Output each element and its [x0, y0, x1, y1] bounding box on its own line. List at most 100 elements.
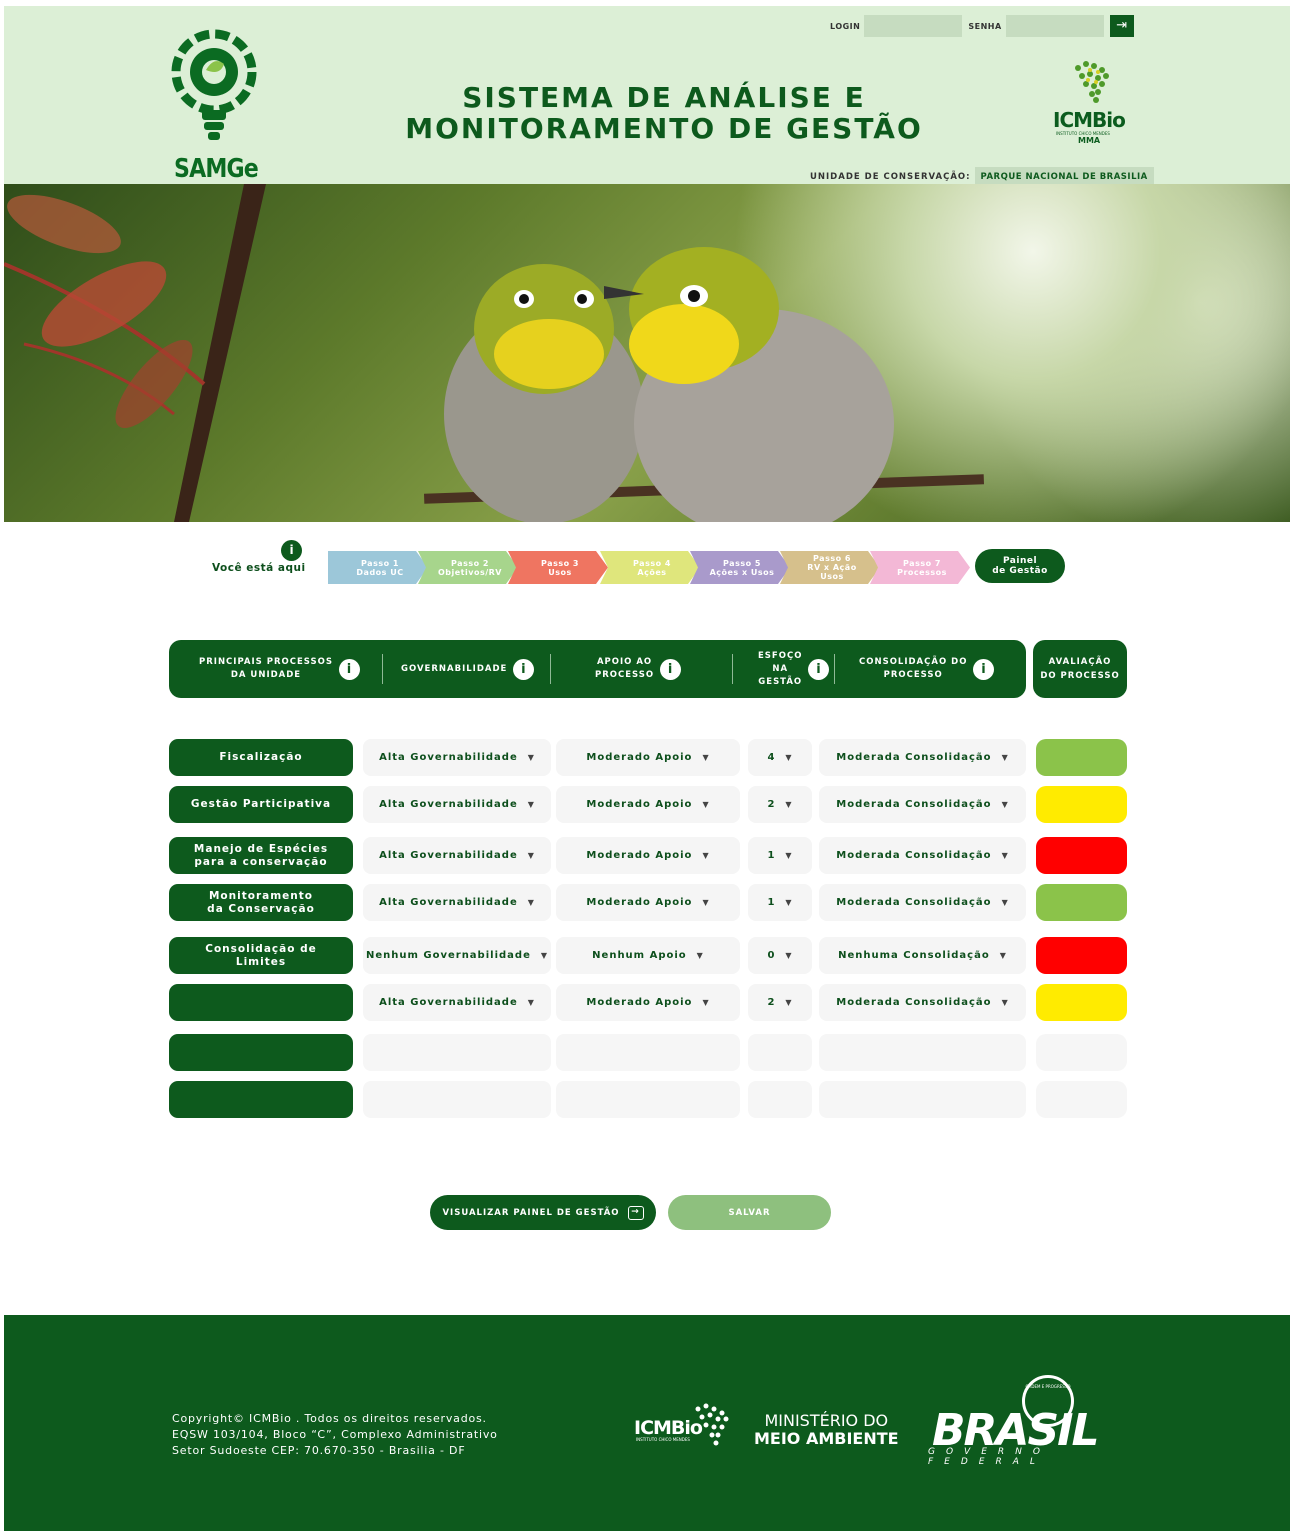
process-name[interactable]: Manejo de Espécies para a conservação — [169, 837, 353, 874]
info-icon[interactable]: i — [513, 658, 535, 680]
governabilidade-select[interactable]: Alta Governabilidade ▼ — [363, 739, 551, 776]
avaliacao-indicator — [1036, 937, 1127, 974]
table-row: Monitoramento da Conservação Alta Governab… — [0, 884, 1290, 921]
process-proc1: Fiscalização — [219, 751, 303, 763]
esforco-select[interactable] — [748, 1081, 812, 1118]
apoio-select[interactable] — [556, 1034, 740, 1071]
step-7[interactable]: Passo 7 Processos — [870, 551, 970, 584]
enter-icon: ⇥ — [1116, 18, 1128, 33]
esforco-select-value: 2 — [767, 799, 776, 810]
governo-federal-text: GOVERNO FEDERAL — [928, 1447, 1051, 1467]
consolidacao-select[interactable]: Moderada Consolidação ▼ — [819, 837, 1026, 874]
enter-icon: → — [627, 1205, 644, 1220]
process-name[interactable]: Consolidação de Limites — [169, 937, 353, 974]
consolidacao-select[interactable] — [819, 1081, 1026, 1118]
apoio-select-value: Moderado Apoio — [586, 897, 693, 908]
esforco-select[interactable]: 2 ▼ — [748, 984, 812, 1021]
apoio-select[interactable]: Moderado Apoio ▼ — [556, 884, 740, 921]
footer-icmbio-logo[interactable]: ICMBio INSTITUTO CHICO MENDES — [634, 1399, 734, 1449]
header-avaliacao-2: DO PROCESSO — [1040, 671, 1120, 681]
brasil-motto: ORDEM E PROGRESSO — [1025, 1384, 1071, 1389]
info-icon[interactable]: i — [281, 540, 302, 561]
apoio-select[interactable] — [556, 1081, 740, 1118]
process-name[interactable] — [169, 1034, 353, 1071]
table-row: Gestão Participativa Alta Governabilidade… — [0, 786, 1290, 823]
info-icon[interactable]: i — [338, 658, 360, 680]
esforco-select[interactable] — [748, 1034, 812, 1071]
esforco-select[interactable]: 1 ▼ — [748, 837, 812, 874]
process-name-text: Gestão Participativa — [191, 798, 331, 811]
visualizar-painel-button[interactable]: VISUALIZAR PAINEL DE GESTÃO → — [430, 1195, 656, 1230]
apoio-select[interactable]: Moderado Apoio ▼ — [556, 786, 740, 823]
footer-governo-federal-logo[interactable]: ORDEM E PROGRESSO BRASIL GOVERNO FEDERAL — [924, 1375, 1134, 1467]
governabilidade-select[interactable]: Alta Governabilidade ▼ — [363, 884, 551, 921]
login-label: LOGIN — [830, 21, 861, 31]
apoio-select[interactable]: Nenhum Apoio ▼ — [556, 937, 740, 974]
icmbio-logo-mma: MMA — [1078, 136, 1101, 145]
step-4[interactable]: Passo 4 Ações — [600, 551, 700, 584]
process-name[interactable] — [169, 984, 353, 1021]
governabilidade-select-value: Alta Governabilidade — [379, 997, 518, 1008]
chevron-down-icon: ▼ — [702, 998, 710, 1007]
governabilidade-select-value: Alta Governabilidade — [379, 799, 518, 810]
footer-mma-logo[interactable]: MINISTÉRIO DO MEIO AMBIENTE — [754, 1412, 899, 1448]
step-5[interactable]: Passo 5 Ações x Usos — [690, 551, 790, 584]
icmbio-logo: ICMBio INSTITUTO CHICO MENDES MMA — [1050, 56, 1132, 146]
avaliacao-indicator — [1036, 1034, 1127, 1071]
apoio-select[interactable]: Moderado Apoio ▼ — [556, 837, 740, 874]
process-name-text: Fiscalização — [219, 751, 302, 764]
chevron-down-icon: ▼ — [1001, 753, 1009, 762]
step-2[interactable]: Passo 2 Objetivos/RV — [418, 551, 518, 584]
consolidacao-select[interactable]: Moderada Consolidação ▼ — [819, 884, 1026, 921]
info-icon[interactable]: i — [660, 658, 682, 680]
consolidacao-select[interactable]: Moderada Consolidação ▼ — [819, 984, 1026, 1021]
step-line2: Ações x Usos — [709, 567, 775, 577]
step-line2: Processos — [897, 567, 947, 577]
governabilidade-select[interactable]: Alta Governabilidade ▼ — [363, 984, 551, 1021]
samge-logo[interactable]: SAMGe — [166, 26, 262, 184]
consolidacao-select-value: Moderada Consolidação — [836, 850, 992, 861]
step-line1: Passo 2 — [451, 558, 489, 568]
info-icon[interactable]: i — [808, 658, 830, 680]
login-form: LOGIN SENHA ⇥ — [830, 15, 1134, 37]
page-title: SISTEMA DE ANÁLISE E MONITORAMENTO DE GE… — [404, 82, 924, 144]
governabilidade-select-value: Alta Governabilidade — [379, 897, 518, 908]
step-6[interactable]: Passo 6 RV x Ação Usos — [780, 551, 880, 584]
step-3[interactable]: Passo 3 Usos — [508, 551, 608, 584]
consolidacao-select[interactable] — [819, 1034, 1026, 1071]
esforco-select[interactable]: 0 ▼ — [748, 937, 812, 974]
process-name[interactable]: Fiscalização — [169, 739, 353, 776]
chevron-down-icon: ▼ — [1001, 851, 1009, 860]
chevron-down-icon: ▼ — [785, 851, 793, 860]
process-proc2: da Conservação — [207, 902, 315, 915]
login-submit-button[interactable]: ⇥ — [1109, 15, 1134, 37]
governabilidade-select[interactable] — [363, 1081, 551, 1118]
info-icon[interactable]: i — [973, 658, 995, 680]
apoio-select[interactable]: Moderado Apoio ▼ — [556, 984, 740, 1021]
chevron-down-icon: ▼ — [785, 951, 793, 960]
esforco-select[interactable]: 4 ▼ — [748, 739, 812, 776]
mma-line-2: MEIO AMBIENTE — [754, 1429, 899, 1448]
process-name[interactable] — [169, 1081, 353, 1118]
consolidacao-select[interactable]: Moderada Consolidação ▼ — [819, 786, 1026, 823]
process-name[interactable]: Gestão Participativa — [169, 786, 353, 823]
process-name[interactable]: Monitoramento da Conservação — [169, 884, 353, 921]
step-line2: RV x Ação — [807, 563, 857, 572]
apoio-select[interactable]: Moderado Apoio ▼ — [556, 739, 740, 776]
table-row: Fiscalização Alta Governabilidade ▼ Moderad… — [0, 739, 1290, 776]
avaliacao-indicator — [1036, 739, 1127, 776]
save-button[interactable]: SALVAR — [668, 1195, 831, 1230]
governabilidade-select[interactable]: Nenhum Governabilidade ▼ — [363, 937, 551, 974]
step-1[interactable]: Passo 1 Dados UC — [328, 551, 428, 584]
governabilidade-select[interactable] — [363, 1034, 551, 1071]
esforco-select[interactable]: 1 ▼ — [748, 884, 812, 921]
governabilidade-select[interactable]: Alta Governabilidade ▼ — [363, 837, 551, 874]
consolidacao-select[interactable]: Moderada Consolidação ▼ — [819, 739, 1026, 776]
esforco-select[interactable]: 2 ▼ — [748, 786, 812, 823]
governabilidade-select[interactable]: Alta Governabilidade ▼ — [363, 786, 551, 823]
login-input[interactable] — [864, 15, 963, 37]
senha-input[interactable] — [1005, 15, 1104, 37]
consolidacao-select[interactable]: Nenhuma Consolidação ▼ — [819, 937, 1026, 974]
painel-de-gestao-step[interactable]: Painel de Gestão — [975, 549, 1065, 583]
table-header: PRINCIPAIS PROCESSOS DA UNIDADE i GOVERNA… — [169, 640, 1026, 698]
